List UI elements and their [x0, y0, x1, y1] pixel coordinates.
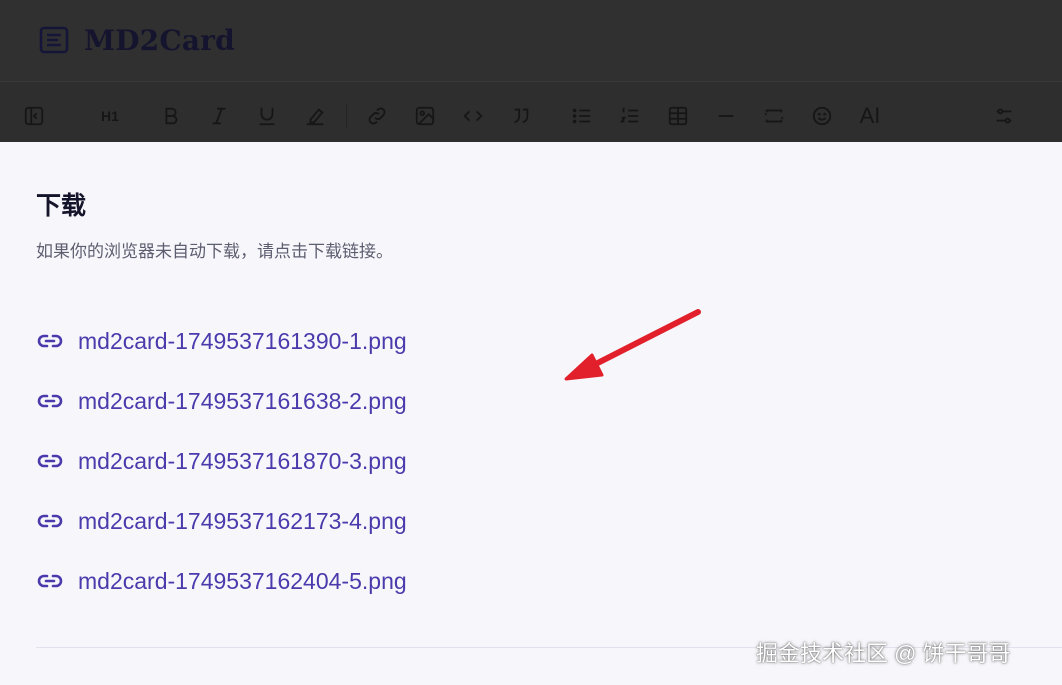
download-link[interactable]: md2card-1749537161638-2.png [36, 386, 407, 416]
heading-button[interactable]: H1 [96, 102, 124, 130]
table-icon [668, 106, 688, 126]
download-link[interactable]: md2card-1749537162173-4.png [36, 506, 407, 536]
download-link[interactable]: md2card-1749537161870-3.png [36, 446, 407, 476]
clear-format-button[interactable] [301, 102, 329, 130]
horizontal-rule-icon [718, 115, 734, 117]
link-button[interactable] [363, 102, 391, 130]
notes-icon [39, 26, 69, 54]
image-icon [415, 106, 435, 126]
code-button[interactable] [459, 102, 487, 130]
italic-icon [212, 107, 226, 125]
download-link-label: md2card-1749537161870-3.png [78, 447, 407, 474]
download-link-label: md2card-1749537161390-1.png [78, 327, 407, 354]
download-link[interactable]: md2card-1749537162404-5.png [36, 566, 407, 596]
clear-format-icon [306, 108, 324, 126]
settings-button[interactable] [990, 102, 1018, 130]
underline-icon [259, 107, 275, 126]
app-header: MD2Card [0, 0, 1062, 82]
ai-icon: AI [859, 103, 881, 128]
link-icon [37, 454, 63, 468]
underline-button[interactable] [253, 102, 281, 130]
link-icon [37, 334, 63, 348]
settings-sliders-icon [996, 108, 1012, 124]
code-icon [463, 110, 483, 122]
dialog-description: 如果你的浏览器未自动下载，请点击下载链接。 [36, 242, 393, 261]
sidebar-toggle-button[interactable] [20, 102, 48, 130]
table-button[interactable] [664, 102, 692, 130]
editor-toolbar: H1 AI [0, 82, 1062, 142]
horizontal-rule-button[interactable] [712, 102, 740, 130]
emoji-icon [812, 106, 832, 126]
emoji-button[interactable] [808, 102, 836, 130]
numbered-list-icon [619, 107, 639, 123]
link-icon [37, 394, 63, 408]
bullet-list-icon [572, 108, 591, 124]
download-link-label: md2card-1749537162173-4.png [78, 507, 407, 534]
heading-icon: H1 [101, 108, 119, 124]
download-link[interactable]: md2card-1749537161390-1.png [36, 326, 407, 356]
quote-button[interactable] [507, 102, 535, 130]
code-block-icon [764, 109, 784, 123]
download-link-label: md2card-1749537161638-2.png [78, 387, 407, 414]
bold-icon [165, 107, 178, 125]
quote-icon [514, 108, 529, 124]
app-title: MD2Card [84, 24, 235, 57]
download-link-label: md2card-1749537162404-5.png [78, 567, 407, 594]
numbered-list-button[interactable] [616, 102, 644, 130]
download-dialog: 下载 如果你的浏览器未自动下载，请点击下载链接。 md2card-1749537… [0, 142, 1062, 685]
code-block-button[interactable] [760, 102, 788, 130]
toolbar-divider [346, 103, 347, 129]
watermark: 掘金技术社区 @ 饼干哥哥 [756, 641, 1011, 666]
link-icon [368, 107, 386, 125]
link-icon [37, 514, 63, 528]
italic-button[interactable] [205, 102, 233, 130]
ai-button[interactable]: AI [856, 102, 884, 130]
link-icon [37, 574, 63, 588]
dialog-title: 下载 [36, 192, 87, 220]
app-window: MD2Card H1 AI 下载 如果你的浏览器未自动下载，请点击下载链接。 m… [0, 0, 1062, 685]
image-button[interactable] [411, 102, 439, 130]
bold-button[interactable] [157, 102, 185, 130]
bullet-list-button[interactable] [568, 102, 596, 130]
annotation-arrow-icon [564, 309, 701, 381]
sidebar-toggle-icon [24, 106, 44, 126]
